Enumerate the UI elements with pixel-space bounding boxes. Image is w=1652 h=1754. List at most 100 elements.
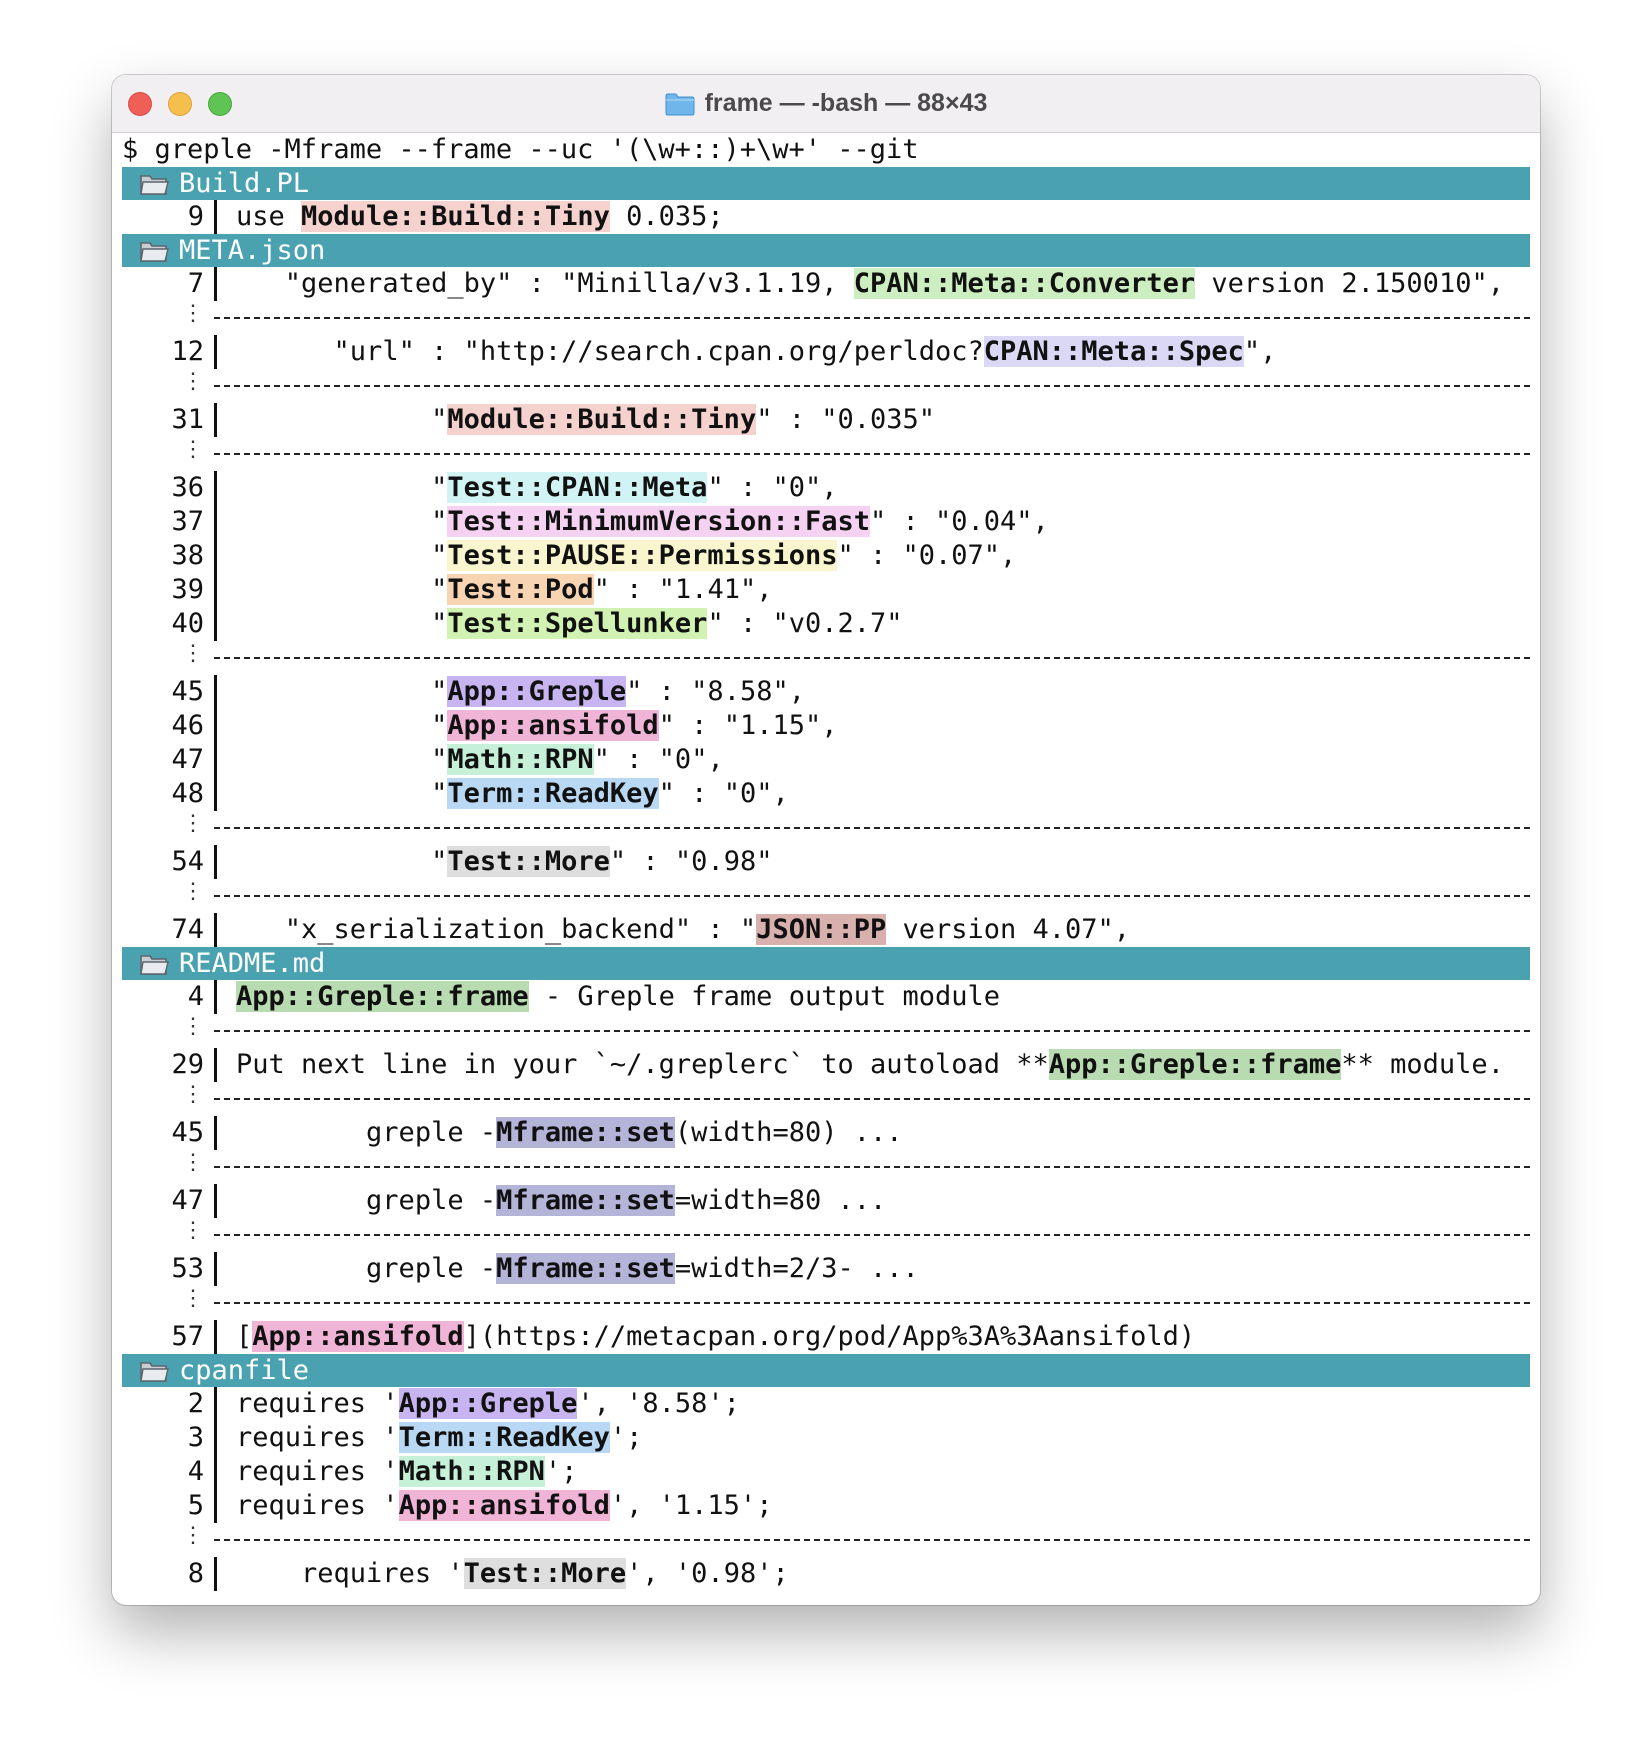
title-bar: frame — -bash — 88×43 xyxy=(112,75,1540,133)
dashed-separator xyxy=(214,301,1530,335)
code-line: 40 "Test::Spellunker" : "v0.2.7" xyxy=(122,607,1530,641)
code-text: "generated_by" : "Minilla/v3.1.19, CPAN:… xyxy=(217,267,1504,301)
dashed-separator xyxy=(214,1082,1530,1116)
line-number: 46 xyxy=(171,710,204,741)
code-text: "Test::Pod" : "1.41", xyxy=(217,573,772,607)
separator-line: ⋮ xyxy=(122,1218,1530,1252)
dashed-separator xyxy=(214,641,1530,675)
code-fragment: " xyxy=(431,574,448,605)
match-highlight: Math::RPN xyxy=(398,1456,545,1487)
code-line: 31 "Module::Build::Tiny" : "0.035" xyxy=(122,403,1530,437)
code-line: 2 requires 'App::Greple', '8.58'; xyxy=(122,1387,1530,1421)
code-line: 36 "Test::CPAN::Meta" : "0", xyxy=(122,471,1530,505)
code-fragment: " : "0", xyxy=(707,472,838,503)
file-header: cpanfile xyxy=(122,1354,1530,1387)
code-fragment: " : "8.58", xyxy=(626,676,805,707)
code-fragment: '; xyxy=(609,1422,643,1453)
code-fragment: " xyxy=(431,472,448,503)
separator-line: ⋮ xyxy=(122,1286,1530,1320)
file-header: META.json xyxy=(122,234,1530,267)
dashed-separator xyxy=(214,1523,1530,1557)
code-fragment: "url" : "http://search.cpan.org/perldoc? xyxy=(333,336,984,367)
dashed-separator xyxy=(214,1150,1530,1184)
line-number: 37 xyxy=(171,506,204,537)
code-text: requires 'Test::More', '0.98'; xyxy=(217,1557,789,1591)
omitted-lines-mark: ⋮ xyxy=(182,1150,204,1175)
code-fragment: ', '1.15'; xyxy=(609,1490,773,1521)
match-highlight: Term::ReadKey xyxy=(398,1422,610,1453)
code-text: [App::ansifold](https://metacpan.org/pod… xyxy=(217,1320,1195,1354)
code-line: 46 "App::ansifold" : "1.15", xyxy=(122,709,1530,743)
window-title: frame — -bash — 88×43 xyxy=(704,89,988,117)
code-fragment: - Greple frame output module xyxy=(528,981,1001,1012)
match-highlight: Term::ReadKey xyxy=(447,778,659,809)
code-fragment: greple - xyxy=(366,1253,497,1284)
separator-line: ⋮ xyxy=(122,301,1530,335)
code-fragment: " : "1.41", xyxy=(593,574,773,605)
code-fragment: requires ' xyxy=(301,1558,464,1589)
omitted-lines-mark: ⋮ xyxy=(182,811,204,836)
code-fragment: " xyxy=(431,778,448,809)
match-highlight: CPAN::Meta::Converter xyxy=(853,268,1196,299)
line-number: 48 xyxy=(171,778,204,809)
code-text: requires 'App::Greple', '8.58'; xyxy=(217,1387,740,1421)
terminal-window: frame — -bash — 88×43 $ greple -Mframe -… xyxy=(112,75,1540,1605)
dashed-separator xyxy=(214,879,1530,913)
code-line: 3 requires 'Term::ReadKey'; xyxy=(122,1421,1530,1455)
separator-line: ⋮ xyxy=(122,1082,1530,1116)
match-highlight: Test::Pod xyxy=(447,574,594,605)
dashed-separator xyxy=(214,437,1530,471)
code-fragment: 0.035; xyxy=(609,201,724,232)
match-highlight: App::Greple xyxy=(398,1388,578,1419)
folder-icon xyxy=(665,93,695,115)
line-number: 5 xyxy=(187,1490,204,1521)
line-number: 9 xyxy=(187,201,204,232)
code-line: 12 "url" : "http://search.cpan.org/perld… xyxy=(122,335,1530,369)
terminal-content[interactable]: $ greple -Mframe --frame --uc '(\w+::)+\… xyxy=(122,133,1530,1591)
code-line: 48 "Term::ReadKey" : "0", xyxy=(122,777,1530,811)
line-number: 8 xyxy=(187,1558,204,1589)
code-text: App::Greple::frame - Greple frame output… xyxy=(217,980,1000,1014)
file-header: Build.PL xyxy=(122,167,1530,200)
match-highlight: App::ansifold xyxy=(252,1321,464,1352)
line-number: 74 xyxy=(171,914,204,945)
code-line: 4 App::Greple::frame - Greple frame outpu… xyxy=(122,980,1530,1014)
line-number: 54 xyxy=(171,846,204,877)
code-fragment: greple - xyxy=(366,1185,497,1216)
code-text: requires 'Math::RPN'; xyxy=(217,1455,577,1489)
code-line: 54 "Test::More" : "0.98" xyxy=(122,845,1530,879)
code-fragment: " : "1.15", xyxy=(658,710,838,741)
line-number: 29 xyxy=(171,1049,204,1080)
code-fragment: " : "0", xyxy=(593,744,724,775)
code-line: 39 "Test::Pod" : "1.41", xyxy=(122,573,1530,607)
code-line: 47 greple -Mframe::set=width=80 ... xyxy=(122,1184,1530,1218)
code-fragment: " xyxy=(431,676,448,707)
code-fragment: " xyxy=(431,846,448,877)
omitted-lines-mark: ⋮ xyxy=(182,641,204,666)
omitted-lines-mark: ⋮ xyxy=(182,1218,204,1243)
line-number: 57 xyxy=(171,1321,204,1352)
code-text: Put next line in your `~/.greplerc` to a… xyxy=(217,1048,1504,1082)
line-number: 31 xyxy=(171,404,204,435)
code-text: greple -Mframe::set=width=2/3- ... xyxy=(217,1252,919,1286)
code-fragment: =width=80 ... xyxy=(674,1185,887,1216)
code-fragment: " xyxy=(431,744,448,775)
separator-line: ⋮ xyxy=(122,1150,1530,1184)
match-highlight: App::Greple xyxy=(447,676,627,707)
separator-line: ⋮ xyxy=(122,879,1530,913)
separator-line: ⋮ xyxy=(122,437,1530,471)
code-text: use Module::Build::Tiny 0.035; xyxy=(217,200,724,234)
code-text: "Test::More" : "0.98" xyxy=(217,845,772,879)
file-name: Build.PL xyxy=(179,168,310,199)
line-number: 36 xyxy=(171,472,204,503)
code-line: 37 "Test::MinimumVersion::Fast" : "0.04"… xyxy=(122,505,1530,539)
match-highlight: CPAN::Meta::Spec xyxy=(983,336,1244,367)
code-fragment: Put next line in your `~/.greplerc` to a… xyxy=(236,1049,1049,1080)
code-line: 47 "Math::RPN" : "0", xyxy=(122,743,1530,777)
code-fragment: =width=2/3- ... xyxy=(674,1253,919,1284)
line-number: 4 xyxy=(187,1456,204,1487)
omitted-lines-mark: ⋮ xyxy=(182,369,204,394)
code-fragment: " : "0.04", xyxy=(869,506,1049,537)
match-highlight: App::ansifold xyxy=(447,710,659,741)
code-fragment: " : "v0.2.7" xyxy=(707,608,903,639)
